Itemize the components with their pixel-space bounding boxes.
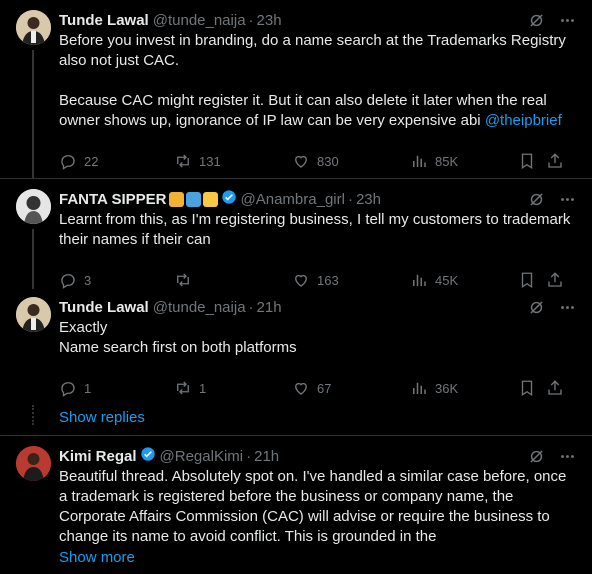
views-count: 85K (435, 153, 459, 169)
avatar[interactable] (16, 10, 51, 45)
bookmark-button[interactable] (518, 271, 546, 289)
tweet-text: Before you invest in branding, do a name… (59, 31, 576, 131)
views-button[interactable]: 36K (410, 379, 518, 397)
repost-count: 1 (199, 380, 207, 396)
avatar[interactable] (16, 446, 51, 481)
grok-icon[interactable] (528, 299, 545, 316)
action-bar: 22 131 830 85K (59, 144, 576, 178)
author-name[interactable]: Kimi Regal (59, 448, 137, 465)
tweet-text: Beautiful thread. Absolutely spot on. I'… (59, 468, 571, 545)
bookmark-icon (521, 153, 533, 170)
tweet[interactable]: Tunde Lawal @tunde_naija · 23h Before yo… (0, 0, 592, 178)
timestamp[interactable]: 23h (356, 191, 381, 208)
show-replies-link[interactable]: Show replies (59, 409, 145, 426)
tweet[interactable]: FANTA SIPPER @Anambra_girl · 23h Learnt … (0, 179, 592, 289)
share-icon (548, 380, 562, 395)
author-name[interactable]: Tunde Lawal (59, 299, 149, 316)
timestamp[interactable]: 23h (257, 12, 282, 29)
grok-icon[interactable] (528, 448, 545, 465)
views-icon (413, 382, 426, 394)
reply-icon (61, 382, 75, 397)
author-handle[interactable]: @tunde_naija (153, 12, 246, 29)
repost-icon (177, 154, 189, 168)
grok-icon[interactable] (528, 191, 545, 208)
thread-dots (32, 405, 34, 425)
views-count: 45K (435, 272, 459, 288)
share-icon (548, 153, 562, 168)
reply-button[interactable]: 22 (59, 152, 174, 170)
more-icon[interactable] (559, 299, 576, 316)
reply-button[interactable]: 1 (59, 379, 174, 397)
avatar[interactable] (16, 297, 51, 332)
bookmark-button[interactable] (518, 152, 546, 170)
like-count: 830 (317, 153, 339, 169)
separator-dot: · (246, 447, 252, 465)
reply-button[interactable]: 3 (59, 271, 174, 289)
tweet[interactable]: Tunde Lawal @tunde_naija · 21h Exactly N… (0, 289, 592, 399)
author-handle[interactable]: @tunde_naija (153, 299, 246, 316)
views-icon (413, 274, 426, 286)
reply-count: 22 (84, 153, 99, 169)
repost-icon (177, 381, 189, 395)
show-more-link[interactable]: Show more (59, 549, 576, 566)
like-icon (295, 274, 307, 287)
reply-count: 1 (84, 380, 92, 396)
share-button[interactable] (546, 379, 564, 397)
repost-button[interactable]: 1 (174, 379, 292, 397)
flag-emoji-icon (185, 191, 201, 207)
grok-icon[interactable] (528, 12, 545, 29)
views-button[interactable]: 85K (410, 152, 518, 170)
like-button[interactable]: 830 (292, 152, 410, 170)
views-icon (413, 155, 426, 167)
tweet-text: Exactly Name search first on both platfo… (59, 319, 297, 356)
share-button[interactable] (546, 152, 564, 170)
tweet-text: Learnt from this, as I'm registering bus… (59, 211, 579, 248)
reply-count: 3 (84, 272, 92, 288)
repost-button[interactable] (174, 271, 292, 289)
like-count: 67 (317, 380, 332, 396)
more-icon[interactable] (559, 448, 576, 465)
share-button[interactable] (546, 271, 564, 289)
drink-emoji-icon (168, 191, 184, 207)
separator-dot: · (248, 298, 254, 316)
author-name[interactable]: Tunde Lawal (59, 12, 149, 29)
repost-icon (177, 273, 189, 287)
separator-dot: · (248, 11, 254, 29)
person-emoji-icon (202, 191, 218, 207)
bookmark-icon (521, 272, 533, 289)
like-button[interactable]: 67 (292, 379, 410, 397)
repost-count: 131 (199, 153, 221, 169)
repost-button[interactable]: 131 (174, 152, 292, 170)
avatar[interactable] (16, 189, 51, 224)
author-name[interactable]: FANTA SIPPER (59, 191, 167, 208)
like-button[interactable]: 163 (292, 271, 410, 289)
separator-dot: · (347, 190, 353, 208)
timestamp[interactable]: 21h (254, 448, 279, 465)
author-handle[interactable]: @RegalKimi (160, 448, 244, 465)
like-icon (295, 382, 307, 395)
author-handle[interactable]: @Anambra_girl (241, 191, 345, 208)
reply-icon (61, 155, 75, 170)
verified-badge-icon (221, 189, 237, 209)
like-icon (295, 155, 307, 168)
mention-link[interactable]: @theipbrief (485, 112, 562, 129)
tweet[interactable]: Kimi Regal @RegalKimi · 21h Beautiful th… (0, 436, 592, 574)
views-count: 36K (435, 380, 459, 396)
timestamp[interactable]: 21h (257, 299, 282, 316)
like-count: 163 (317, 272, 339, 288)
more-icon[interactable] (559, 191, 576, 208)
verified-badge-icon (140, 446, 156, 466)
bookmark-icon (521, 380, 533, 397)
share-icon (548, 272, 562, 287)
views-button[interactable]: 45K (410, 271, 518, 289)
bookmark-button[interactable] (518, 379, 546, 397)
reply-icon (61, 274, 75, 289)
show-replies-row[interactable]: Show replies (0, 399, 592, 435)
more-icon[interactable] (559, 12, 576, 29)
